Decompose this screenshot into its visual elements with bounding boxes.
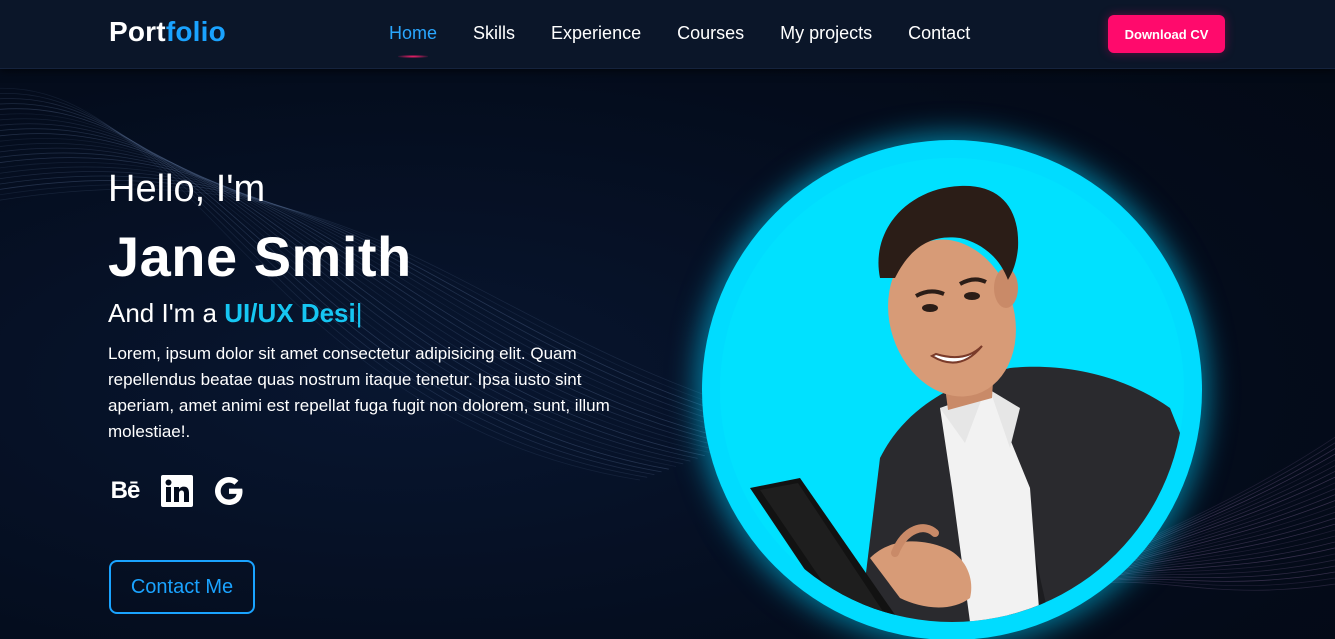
role-prefix: And I'm a [108, 298, 225, 328]
nav-skills[interactable]: Skills [473, 23, 515, 44]
logo[interactable]: Portfolio [109, 16, 226, 48]
logo-part-1: Port [109, 16, 166, 47]
nav-courses[interactable]: Courses [677, 23, 744, 44]
download-cv-button[interactable]: Download CV [1108, 15, 1225, 53]
social-links: Bē [108, 474, 246, 508]
hero-description: Lorem, ipsum dolor sit amet consectetur … [108, 344, 610, 441]
portfolio-page: Portfolio Home Skills Experience Courses… [0, 0, 1335, 639]
nav-contact[interactable]: Contact [908, 23, 970, 44]
nav-my-projects[interactable]: My projects [780, 23, 872, 44]
profile-photo-ring [702, 140, 1202, 639]
nav-experience[interactable]: Experience [551, 23, 641, 44]
hero-name: Jane Smith [108, 225, 412, 288]
typing-cursor: | [355, 298, 363, 328]
hero-greeting: Hello, I'm [108, 168, 266, 210]
hero-role-line: And I'm a UI/UX Desi| [108, 298, 363, 329]
behance-icon[interactable]: Bē [108, 474, 142, 508]
main-nav: Home Skills Experience Courses My projec… [389, 23, 970, 44]
logo-part-2: folio [165, 16, 226, 47]
profile-photo [720, 158, 1184, 622]
typed-role: UI/UX Desi [224, 298, 356, 328]
linkedin-icon[interactable] [160, 474, 194, 508]
google-icon[interactable] [212, 474, 246, 508]
site-header: Portfolio Home Skills Experience Courses… [0, 0, 1335, 69]
person-illustration [720, 158, 1184, 622]
nav-home[interactable]: Home [389, 23, 437, 44]
contact-me-button[interactable]: Contact Me [109, 560, 255, 614]
